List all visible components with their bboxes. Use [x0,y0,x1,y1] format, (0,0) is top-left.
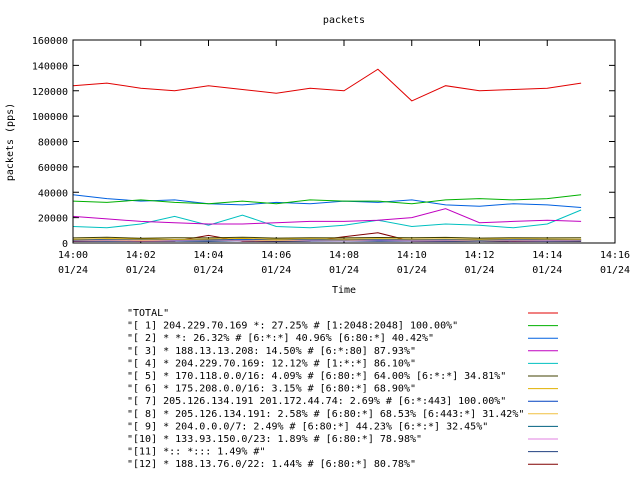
series-line-0 [72,68,582,102]
x-tick-date-label: 01/24 [329,265,359,276]
legend-label: "[ 4] * 204.229.70.169: 12.12% # [1:*:*]… [127,358,416,369]
y-tick-label: 140000 [32,61,68,72]
y-tick-label: 100000 [32,112,68,123]
legend-label: "[ 5] * 170.118.0.0/16: 4.09% # [6:80:*]… [127,371,506,382]
y-tick-label: 60000 [38,163,68,174]
legend-label: "[ 1] 204.229.70.169 *: 27.25% # [1:2048… [127,321,458,332]
y-tick-label: 0 [62,239,68,250]
x-tick-label: 14:00 [58,250,88,261]
y-tick-label: 80000 [38,138,68,149]
x-tick-label: 14:08 [329,250,359,261]
x-tick-date-label: 01/24 [261,265,291,276]
legend-label: "[ 7] 205.126.134.191 201.172.44.74: 2.6… [127,396,506,407]
x-tick-date-label: 01/24 [126,265,156,276]
x-tick-label: 14:12 [464,250,494,261]
x-tick-label: 14:04 [193,250,223,261]
y-tick-label: 20000 [38,214,68,225]
x-tick-date-label: 01/24 [58,265,88,276]
legend-label: "[ 9] * 204.0.0.0/7: 2.49% # [6:80:*] 44… [127,421,488,432]
legend-label: "[ 6] * 175.208.0.0/16: 3.15% # [6:80:*]… [127,384,416,395]
chart: packets packets (pps) Time 0 20000 40000 60… [5,15,630,470]
series-line-5 [72,236,582,239]
x-tick-label: 14:16 [600,250,630,261]
y-axis-label: packets (pps) [5,103,16,181]
x-axis-label: Time [332,285,356,296]
x-tick-date-label: 01/24 [600,265,630,276]
x-tick-date-label: 01/24 [532,265,562,276]
series-line-3 [72,208,582,225]
legend-label: "[12] * 188.13.76.0/22: 1.44% # [6:80:*]… [127,459,416,470]
series-line-4 [72,209,582,229]
x-tick-label: 14:02 [126,250,156,261]
legend-label: "[10] * 133.93.150.0/23: 1.89% # [6:80:*… [127,434,422,445]
plot-frame [72,39,616,244]
y-tick-label: 120000 [32,87,68,98]
legend-label: "[ 3] * 188.13.13.208: 14.50% # [6:*:80]… [127,346,416,357]
legend-label: "[11] *:: *::: 1.49% #" [127,447,265,458]
legend-label: "[ 2] * *: 26.32% # [6:*:*] 40.96% [6:80… [127,333,434,344]
chart-title: packets [323,15,365,26]
x-tick-date-label: 01/24 [193,265,223,276]
x-tick-date-label: 01/24 [397,265,427,276]
series-line-2 [72,194,582,208]
x-tick-label: 14:06 [261,250,291,261]
y-tick-label: 160000 [32,36,68,47]
legend: "TOTAL" "[ 1] 204.229.70.169 *: 27.25% # … [127,308,558,470]
x-tick-label: 14:10 [397,250,427,261]
plot-area [72,68,582,243]
legend-label: "[ 8] * 205.126.134.191: 2.58% # [6:80:*… [127,409,524,420]
legend-label: "TOTAL" [127,308,169,319]
y-tick-label: 40000 [38,188,68,199]
x-tick-date-label: 01/24 [464,265,494,276]
x-tick-label: 14:14 [532,250,562,261]
